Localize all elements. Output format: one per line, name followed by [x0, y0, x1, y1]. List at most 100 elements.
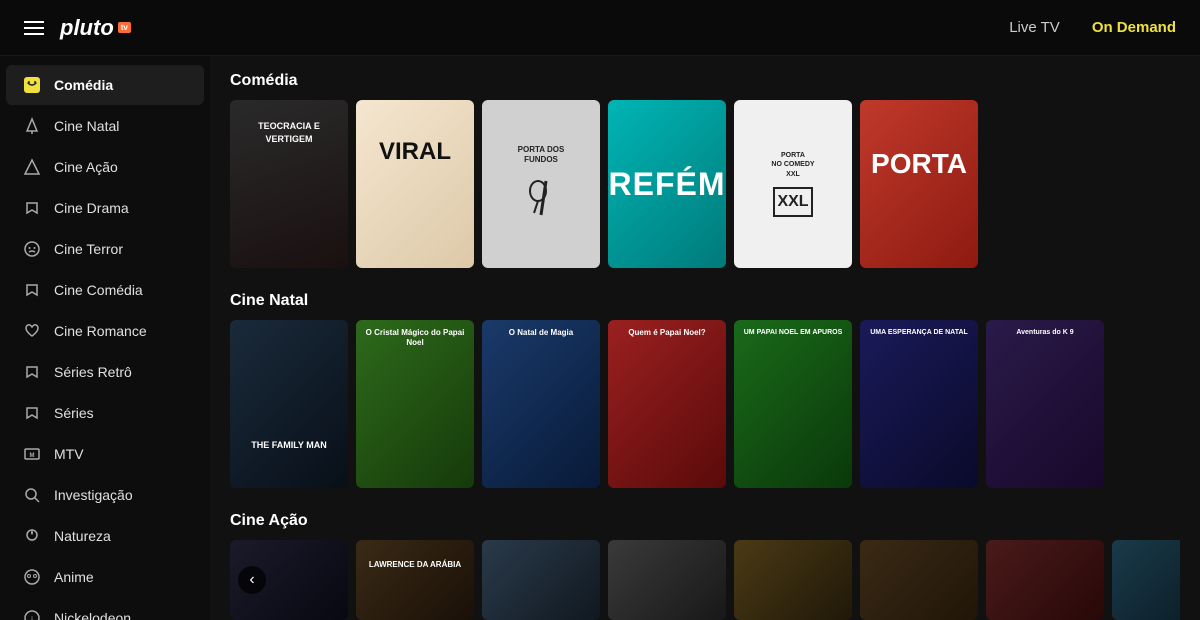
content-area: Comédia TEOCRACIA E VERTIGEMVIRAL PORTA D…: [210, 56, 1200, 620]
sidebar-label-series-retro: Séries Retrô: [54, 364, 132, 380]
cards-row-cine-natal: THE FAMILY MANO Cristal Mágico do Papai …: [230, 320, 1180, 488]
scroll-prev-button[interactable]: ‹: [238, 566, 266, 594]
sidebar-label-cine-romance: Cine Romance: [54, 323, 147, 339]
sidebar-icon-cine-drama: [22, 198, 42, 218]
card-porta-red[interactable]: PORTA: [860, 100, 978, 268]
card-text-teocracia: TEOCRACIA E VERTIGEM: [230, 100, 348, 165]
card-papai-apuros[interactable]: UM PAPAI NOEL EM APUROS: [734, 320, 852, 488]
card-viral[interactable]: VIRAL: [356, 100, 474, 268]
sidebar-label-cine-natal: Cine Natal: [54, 118, 119, 134]
card-text-natal-magic: O Natal de Magia: [482, 320, 600, 346]
sidebar-icon-anime: [22, 567, 42, 587]
sidebar-icon-series-retro: [22, 362, 42, 382]
card-acao5[interactable]: [860, 540, 978, 620]
card-refem[interactable]: REFÉM: [608, 100, 726, 268]
sidebar-item-series[interactable]: Séries: [6, 393, 204, 433]
section-cine-acao: Cine Ação ‹ LAWRENCE DA ARÁBIA: [230, 512, 1180, 620]
sidebar: Comédia Cine Natal Cine Ação Cine Drama Cine…: [0, 56, 210, 620]
sidebar-label-series: Séries: [54, 405, 94, 421]
section-title-cine-acao: Cine Ação: [230, 512, 1180, 530]
main-layout: Comédia Cine Natal Cine Ação Cine Drama Cine…: [0, 56, 1200, 620]
svg-text:M: M: [30, 453, 35, 459]
sidebar-item-cine-natal[interactable]: Cine Natal: [6, 106, 204, 146]
sidebar-label-natureza: Natureza: [54, 528, 111, 544]
sidebar-icon-cine-acao: [22, 157, 42, 177]
cards-row-comedia: TEOCRACIA E VERTIGEMVIRAL PORTA DOSFUNDO…: [230, 100, 1180, 268]
sidebar-icon-cine-natal: [22, 116, 42, 136]
card-text-viral: VIRAL: [356, 100, 474, 204]
logo[interactable]: pluto tv: [60, 15, 131, 41]
sidebar-label-cine-comedia: Cine Comédia: [54, 282, 143, 298]
cards-container-cine-acao: ‹ LAWRENCE DA ARÁBIA: [230, 540, 1180, 620]
sidebar-label-investigacao: Investigação: [54, 487, 133, 503]
nav-on-demand[interactable]: On Demand: [1092, 19, 1176, 36]
card-esperanca[interactable]: UMA ESPERANÇA DE NATAL: [860, 320, 978, 488]
card-text-esperanca: UMA ESPERANÇA DE NATAL: [860, 320, 978, 345]
sidebar-label-mtv: MTV: [54, 446, 84, 462]
sidebar-label-cine-acao: Cine Ação: [54, 159, 118, 175]
card-acao3[interactable]: [608, 540, 726, 620]
sidebar-item-mtv[interactable]: M MTV: [6, 434, 204, 474]
sidebar-item-cine-terror[interactable]: Cine Terror: [6, 229, 204, 269]
logo-badge: tv: [118, 22, 131, 33]
header: pluto tv Live TV On Demand: [0, 0, 1200, 56]
sidebar-item-cine-acao[interactable]: Cine Ação: [6, 147, 204, 187]
card-cristal[interactable]: O Cristal Mágico do Papai Noel: [356, 320, 474, 488]
sidebar-icon-cine-terror: [22, 239, 42, 259]
section-title-cine-natal: Cine Natal: [230, 292, 1180, 310]
sidebar-item-cine-drama[interactable]: Cine Drama: [6, 188, 204, 228]
hamburger-menu-icon[interactable]: [24, 21, 44, 35]
sidebar-icon-series: [22, 403, 42, 423]
cards-container-comedia: TEOCRACIA E VERTIGEMVIRAL PORTA DOSFUNDO…: [230, 100, 1180, 268]
card-text-papai-apuros: UM PAPAI NOEL EM APUROS: [734, 320, 852, 345]
sidebar-label-nickelodeon: Nickelodeon: [54, 610, 131, 620]
sidebar-icon-mtv: M: [22, 444, 42, 464]
card-natal-magic[interactable]: O Natal de Magia: [482, 320, 600, 488]
sidebar-item-nickelodeon[interactable]: i Nickelodeon: [6, 598, 204, 620]
section-title-comedia: Comédia: [230, 72, 1180, 90]
sidebar-item-anime[interactable]: Anime: [6, 557, 204, 597]
card-acao4[interactable]: [734, 540, 852, 620]
nav-live-tv[interactable]: Live TV: [1009, 19, 1060, 36]
card-text-cristal: O Cristal Mágico do Papai Noel: [356, 320, 474, 357]
card-teocracia[interactable]: TEOCRACIA E VERTIGEM: [230, 100, 348, 268]
sidebar-item-cine-comedia[interactable]: Cine Comédia: [6, 270, 204, 310]
card-text-porta-red: PORTA: [860, 100, 978, 228]
logo-text: pluto: [60, 15, 114, 41]
sidebar-icon-natureza: [22, 526, 42, 546]
card-text-quem-papai: Quem é Papai Noel?: [608, 320, 726, 346]
sidebar-label-comedia: Comédia: [54, 77, 113, 93]
sidebar-icon-cine-romance: [22, 321, 42, 341]
card-text-aventuras: Aventuras do K 9: [986, 320, 1104, 345]
sidebar-label-cine-drama: Cine Drama: [54, 200, 129, 216]
card-text-family-man: THE FAMILY MAN: [230, 320, 348, 455]
section-comedia: Comédia TEOCRACIA E VERTIGEMVIRAL PORTA D…: [230, 72, 1180, 268]
card-acao7[interactable]: [1112, 540, 1180, 620]
card-porta-comedy[interactable]: PORTANO COMEDYXXL XXL: [734, 100, 852, 268]
card-porta-fundos[interactable]: PORTA DOSFUNDOS: [482, 100, 600, 268]
section-cine-natal: Cine Natal THE FAMILY MANO Cristal Mágico…: [230, 292, 1180, 488]
sidebar-item-cine-romance[interactable]: Cine Romance: [6, 311, 204, 351]
card-acao2[interactable]: [482, 540, 600, 620]
sidebar-icon-comedia: [22, 75, 42, 95]
sidebar-icon-nickelodeon: i: [22, 608, 42, 620]
sidebar-icon-investigacao: [22, 485, 42, 505]
card-aventuras[interactable]: Aventuras do K 9: [986, 320, 1104, 488]
sidebar-label-cine-terror: Cine Terror: [54, 241, 123, 257]
sidebar-item-natureza[interactable]: Natureza: [6, 516, 204, 556]
header-nav: Live TV On Demand: [1009, 19, 1176, 36]
header-left: pluto tv: [24, 15, 131, 41]
sidebar-icon-cine-comedia: [22, 280, 42, 300]
svg-text:i: i: [31, 615, 33, 620]
card-family-man[interactable]: THE FAMILY MAN: [230, 320, 348, 488]
sidebar-item-comedia[interactable]: Comédia: [6, 65, 204, 105]
card-text-lawrence: LAWRENCE DA ARÁBIA: [356, 540, 474, 590]
card-quem-papai[interactable]: Quem é Papai Noel?: [608, 320, 726, 488]
card-acao6[interactable]: [986, 540, 1104, 620]
cards-container-cine-natal: THE FAMILY MANO Cristal Mágico do Papai …: [230, 320, 1180, 488]
sidebar-item-investigacao[interactable]: Investigação: [6, 475, 204, 515]
card-lawrence[interactable]: LAWRENCE DA ARÁBIA: [356, 540, 474, 620]
sidebar-item-series-retro[interactable]: Séries Retrô: [6, 352, 204, 392]
sidebar-label-anime: Anime: [54, 569, 94, 585]
cards-row-cine-acao: LAWRENCE DA ARÁBIA: [230, 540, 1180, 620]
